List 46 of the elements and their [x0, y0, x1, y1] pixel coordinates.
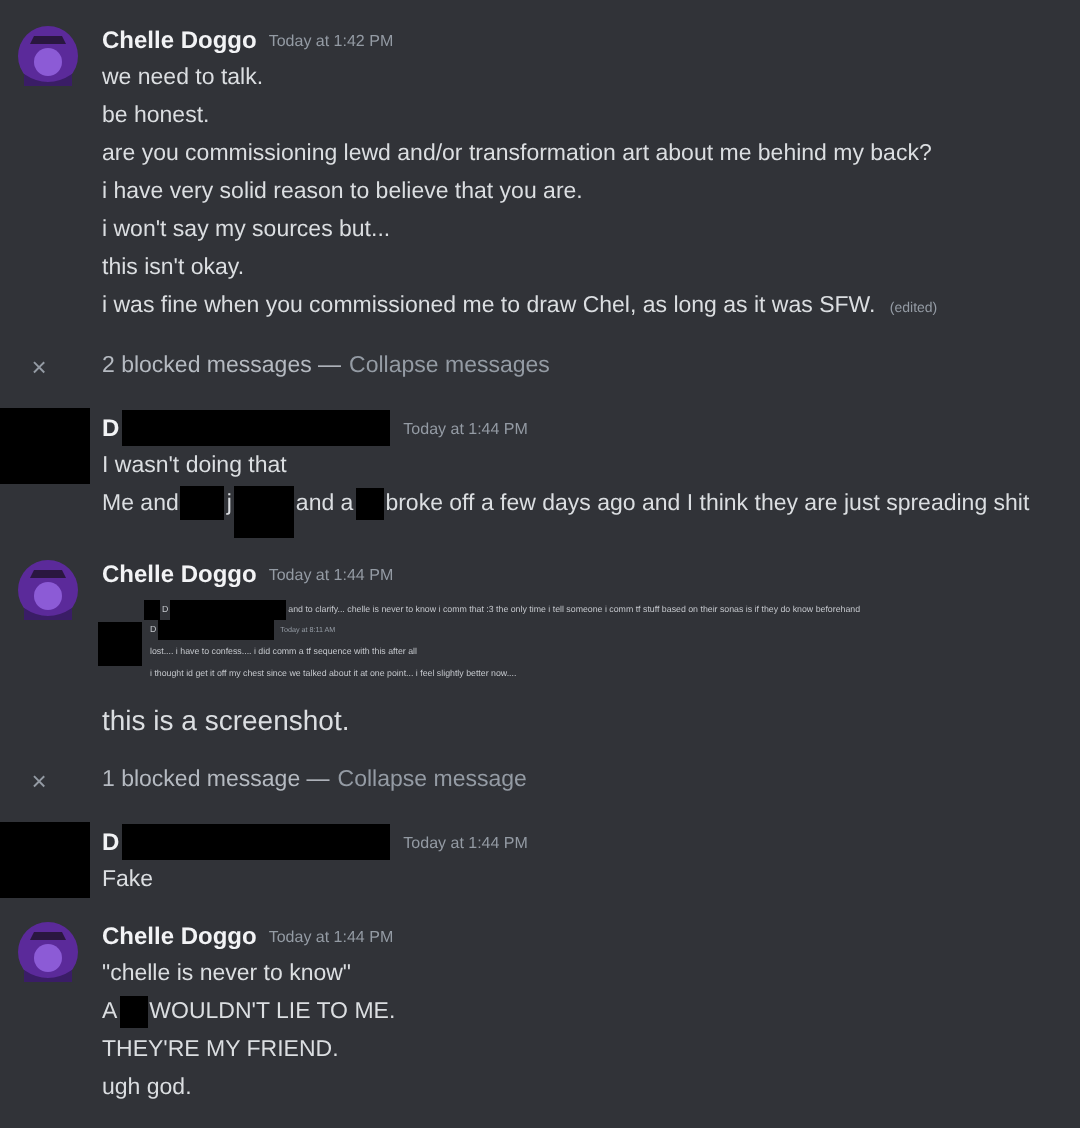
- message-text: ugh god.: [102, 1076, 192, 1100]
- message-text: this isn't okay.: [102, 256, 245, 280]
- message-text: i won't say my sources but...: [102, 218, 391, 242]
- message-text: "chelle is never to know": [102, 962, 352, 986]
- redaction-block: [98, 622, 142, 666]
- blocked-label: 1 blocked message —: [102, 768, 330, 792]
- message-text: WOULDN'T LIE TO ME.: [149, 1000, 396, 1024]
- close-icon[interactable]: ×: [0, 351, 90, 381]
- message-text: Me and: [102, 492, 179, 516]
- redaction-block: [0, 822, 90, 898]
- redaction-block: [0, 408, 90, 484]
- author-name: D: [102, 828, 120, 856]
- timestamp: Today at 1:44 PM: [403, 833, 528, 851]
- message-text: broke off a few days ago and I think they are just spreading shit: [385, 492, 1030, 516]
- close-icon[interactable]: ×: [0, 765, 90, 795]
- blocked-label: 2 blocked messages —: [102, 354, 342, 378]
- message-text: Fake: [102, 868, 154, 892]
- timestamp: Today at 1:44 PM: [403, 419, 528, 437]
- avatar-icon[interactable]: [18, 922, 78, 982]
- timestamp: Today at 1:44 PM: [268, 927, 394, 945]
- collapse-link[interactable]: Collapse messages: [349, 354, 550, 378]
- message-text: we need to talk.: [102, 66, 264, 90]
- redaction-block: [170, 599, 287, 619]
- author-name: Chelle Doggo: [102, 26, 257, 54]
- redaction-block: [233, 486, 294, 538]
- message-text: be honest.: [102, 104, 210, 128]
- message-text: i was fine when you commissioned me to draw Chel, as long as it was SFW.: [102, 294, 876, 318]
- message-text: are you commissioning lewd and/or transformation art about me behind my back?: [102, 142, 932, 166]
- author-name: D: [102, 414, 120, 442]
- message-text: I wasn't doing that: [102, 454, 287, 478]
- avatar-icon[interactable]: [18, 26, 78, 86]
- message-text: and a: [295, 492, 354, 516]
- timestamp: Today at 1:44 PM: [268, 565, 394, 583]
- message-text: i have very solid reason to believe that you are.: [102, 180, 583, 204]
- timestamp: Today at 1:42 PM: [268, 31, 394, 49]
- message-text: this is a screenshot.: [102, 704, 350, 736]
- avatar-icon[interactable]: [18, 560, 78, 620]
- author-name: Chelle Doggo: [102, 560, 257, 588]
- message-text: THEY'RE MY FRIEND.: [102, 1038, 339, 1062]
- redaction-block: [180, 486, 225, 521]
- author-name: Chelle Doggo: [102, 922, 257, 950]
- collapse-link[interactable]: Collapse message: [337, 768, 527, 792]
- message-text: j: [226, 492, 232, 516]
- message-text: A: [102, 1000, 118, 1024]
- redaction-block: [119, 995, 148, 1028]
- redaction-block: [355, 487, 384, 520]
